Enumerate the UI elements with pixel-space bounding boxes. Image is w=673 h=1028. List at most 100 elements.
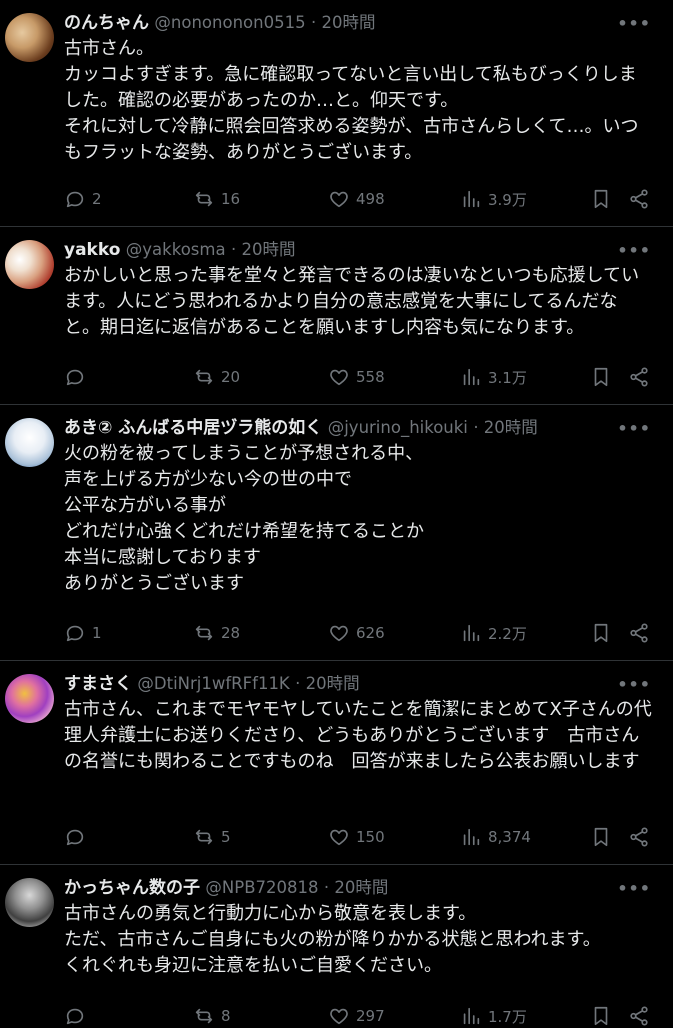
action-bar: 20 558 3.1万 bbox=[64, 365, 655, 389]
tweet-header: のんちゃん @nonononon0515 · 20時間 bbox=[64, 11, 633, 35]
action-bar: 1 28 626 2.2万 bbox=[64, 621, 655, 645]
tweet-text: 古市さん、これまでモヤモヤしていたことを簡潔にまとめてX子さんの代理人弁護士にお… bbox=[64, 699, 652, 772]
tweet[interactable]: すまさく @DtiNrj1wfRFf11K · 20時間 ••• 古市さん、これ… bbox=[0, 661, 673, 865]
tweet-header: yakko @yakkosma · 20時間 bbox=[64, 238, 633, 262]
avatar[interactable] bbox=[5, 878, 54, 927]
like-button[interactable]: 498 bbox=[328, 187, 385, 211]
tweet[interactable]: のんちゃん @nonononon0515 · 20時間 ••• 古市さん。 カッ… bbox=[0, 0, 673, 227]
reply-button[interactable] bbox=[64, 1004, 92, 1028]
retweet-button[interactable]: 16 bbox=[193, 187, 240, 211]
views-button[interactable]: 3.1万 bbox=[460, 365, 527, 389]
tweet-header: すまさく @DtiNrj1wfRFf11K · 20時間 bbox=[64, 672, 633, 696]
tweet-header: かっちゃん数の子 @NPB720818 · 20時間 bbox=[64, 876, 633, 900]
share-button[interactable] bbox=[628, 621, 650, 645]
share-button[interactable] bbox=[628, 1004, 650, 1028]
avatar[interactable] bbox=[5, 674, 54, 723]
like-icon bbox=[330, 191, 348, 208]
timestamp[interactable]: · 20時間 bbox=[324, 878, 389, 897]
tweet[interactable]: あき② ふんばる中居ヅラ熊の如く @jyurino_hikouki · 20時間… bbox=[0, 405, 673, 661]
like-icon bbox=[330, 625, 348, 642]
action-bar: 2 16 498 3.9万 bbox=[64, 187, 655, 211]
views-count: 3.9万 bbox=[488, 190, 527, 209]
share-button[interactable] bbox=[628, 365, 650, 389]
retweet-button[interactable]: 8 bbox=[193, 1004, 231, 1028]
share-button[interactable] bbox=[628, 825, 650, 849]
like-button[interactable]: 150 bbox=[328, 825, 385, 849]
bookmark-button[interactable] bbox=[590, 825, 612, 849]
retweet-count: 20 bbox=[221, 368, 241, 386]
retweet-count: 16 bbox=[221, 190, 241, 208]
user-handle[interactable]: @NPB720818 bbox=[205, 878, 318, 897]
timestamp[interactable]: · 20時間 bbox=[295, 674, 360, 693]
like-button[interactable]: 626 bbox=[328, 621, 385, 645]
reply-icon bbox=[66, 369, 84, 386]
views-button[interactable]: 2.2万 bbox=[460, 621, 527, 645]
reply-icon bbox=[66, 1008, 84, 1025]
views-button[interactable]: 8,374 bbox=[460, 825, 531, 849]
avatar[interactable] bbox=[5, 240, 54, 289]
views-icon bbox=[463, 368, 480, 386]
retweet-icon bbox=[195, 1008, 213, 1024]
tweet-text: 古市さんの勇気と行動力に心から敬意を表します。 ただ、古市さんご自身にも火の粉が… bbox=[64, 903, 601, 976]
action-bar: 5 150 8,374 bbox=[64, 825, 655, 849]
reply-icon bbox=[66, 625, 84, 642]
timestamp[interactable]: · 20時間 bbox=[473, 418, 538, 437]
timestamp[interactable]: · 20時間 bbox=[311, 13, 376, 32]
more-icon[interactable]: ••• bbox=[617, 675, 651, 694]
reply-button[interactable] bbox=[64, 365, 92, 389]
tweet[interactable]: yakko @yakkosma · 20時間 ••• おかしいと思った事を堂々と… bbox=[0, 227, 673, 405]
views-count: 8,374 bbox=[488, 828, 531, 846]
user-handle[interactable]: @jyurino_hikouki bbox=[328, 418, 468, 437]
share-button[interactable] bbox=[628, 187, 650, 211]
views-icon bbox=[463, 1007, 480, 1025]
reply-button[interactable]: 1 bbox=[64, 621, 102, 645]
more-icon[interactable]: ••• bbox=[617, 14, 651, 33]
tweet-text: おかしいと思った事を堂々と発言できるのは凄いなといつも応援しています。人にどう思… bbox=[64, 265, 640, 338]
views-count: 2.2万 bbox=[488, 624, 527, 643]
reply-button[interactable] bbox=[64, 825, 92, 849]
avatar[interactable] bbox=[5, 13, 54, 62]
like-count: 558 bbox=[356, 368, 385, 386]
user-name[interactable]: かっちゃん数の子 bbox=[64, 878, 200, 898]
share-icon bbox=[630, 827, 648, 847]
more-icon[interactable]: ••• bbox=[617, 241, 651, 260]
tweet[interactable]: かっちゃん数の子 @NPB720818 · 20時間 ••• 古市さんの勇気と行… bbox=[0, 865, 673, 1026]
like-count: 498 bbox=[356, 190, 385, 208]
views-button[interactable]: 1.7万 bbox=[460, 1004, 527, 1028]
bookmark-icon bbox=[594, 189, 608, 209]
retweet-button[interactable]: 5 bbox=[193, 825, 231, 849]
share-icon bbox=[630, 367, 648, 387]
user-handle[interactable]: @yakkosma bbox=[126, 240, 226, 259]
retweet-button[interactable]: 28 bbox=[193, 621, 240, 645]
views-count: 3.1万 bbox=[488, 368, 527, 387]
more-icon[interactable]: ••• bbox=[617, 419, 651, 438]
more-icon[interactable]: ••• bbox=[617, 879, 651, 898]
user-name[interactable]: すまさく bbox=[64, 674, 132, 694]
user-name[interactable]: のんちゃん bbox=[64, 13, 149, 33]
timestamp[interactable]: · 20時間 bbox=[231, 240, 296, 259]
like-count: 150 bbox=[356, 828, 385, 846]
like-icon bbox=[330, 1008, 348, 1025]
user-handle[interactable]: @nonononon0515 bbox=[154, 13, 305, 32]
user-handle[interactable]: @DtiNrj1wfRFf11K bbox=[137, 674, 289, 693]
reply-button[interactable]: 2 bbox=[64, 187, 102, 211]
avatar[interactable] bbox=[5, 418, 54, 467]
bookmark-button[interactable] bbox=[590, 1004, 612, 1028]
bookmark-button[interactable] bbox=[590, 621, 612, 645]
views-button[interactable]: 3.9万 bbox=[460, 187, 527, 211]
user-name[interactable]: yakko bbox=[64, 240, 120, 260]
retweet-icon bbox=[195, 369, 213, 385]
share-icon bbox=[630, 1006, 648, 1026]
like-button[interactable]: 297 bbox=[328, 1004, 385, 1028]
views-icon bbox=[463, 624, 480, 642]
share-icon bbox=[630, 623, 648, 643]
retweet-button[interactable]: 20 bbox=[193, 365, 240, 389]
bookmark-button[interactable] bbox=[590, 365, 612, 389]
reply-icon bbox=[66, 829, 84, 846]
tweet-header: あき② ふんばる中居ヅラ熊の如く @jyurino_hikouki · 20時間 bbox=[64, 416, 633, 440]
bookmark-button[interactable] bbox=[590, 187, 612, 211]
user-name[interactable]: あき② ふんばる中居ヅラ熊の如く bbox=[64, 418, 322, 438]
like-button[interactable]: 558 bbox=[328, 365, 385, 389]
like-icon bbox=[330, 369, 348, 386]
reply-icon bbox=[66, 191, 84, 208]
